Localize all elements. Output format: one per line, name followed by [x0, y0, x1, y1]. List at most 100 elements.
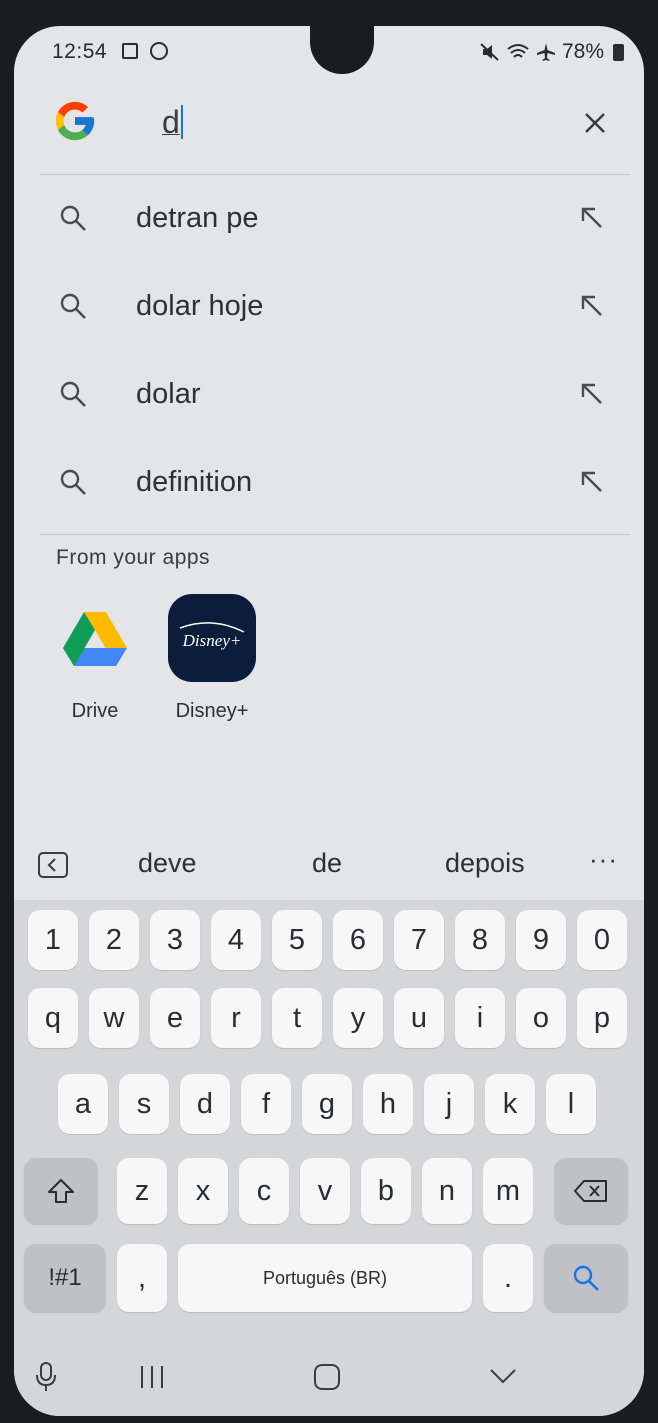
suggestions-divider: [40, 534, 630, 535]
backspace-key[interactable]: [554, 1158, 628, 1224]
battery-percent: 78%: [561, 40, 604, 63]
key-j[interactable]: j: [424, 1074, 474, 1134]
microphone-icon[interactable]: [32, 1360, 60, 1394]
hide-keyboard-chevron-down-icon[interactable]: [488, 1366, 518, 1386]
suggestion-text: definition: [136, 465, 253, 498]
app-disney-plus[interactable]: Disney+ Disney+: [157, 594, 267, 723]
key-b[interactable]: b: [361, 1158, 411, 1224]
key-n[interactable]: n: [422, 1158, 472, 1224]
keyboard: 1 2 3 4 5 6 7 8 9 0 q w e r t y u i o p …: [14, 900, 644, 1416]
checkbox-notification-icon: [122, 43, 138, 59]
key-9[interactable]: 9: [516, 910, 566, 970]
app-label: Disney+: [175, 700, 249, 722]
word-suggestion[interactable]: depois: [445, 848, 525, 879]
backspace-icon: [574, 1180, 607, 1202]
google-logo-icon: [55, 101, 95, 141]
search-icon: [60, 205, 86, 231]
from-apps-heading: From your apps: [56, 546, 211, 569]
fill-query-arrow-icon[interactable]: [578, 204, 606, 232]
suggestion-text: dolar hoje: [136, 289, 264, 322]
key-a[interactable]: a: [58, 1074, 108, 1134]
key-x[interactable]: x: [178, 1158, 228, 1224]
search-icon: [60, 381, 86, 407]
google-drive-icon: [51, 594, 139, 682]
suggestion-item[interactable]: detran pe: [40, 174, 630, 262]
battery-icon: [613, 43, 624, 61]
more-options-icon[interactable]: ···: [589, 844, 618, 875]
key-r[interactable]: r: [211, 988, 261, 1048]
key-3[interactable]: 3: [150, 910, 200, 970]
airplane-mode-icon: [536, 43, 555, 61]
suggestion-item[interactable]: dolar hoje: [40, 262, 630, 350]
status-bar: 12:54 78%: [14, 26, 644, 82]
fill-query-arrow-icon[interactable]: [578, 292, 606, 320]
disney-plus-icon: Disney+: [168, 594, 256, 682]
text-caret: [180, 105, 183, 139]
space-key[interactable]: Português (BR): [178, 1244, 472, 1312]
key-p[interactable]: p: [577, 988, 627, 1048]
key-f[interactable]: f: [241, 1074, 291, 1134]
search-input[interactable]: d: [162, 104, 183, 141]
svg-text:Disney+: Disney+: [182, 631, 242, 650]
key-5[interactable]: 5: [272, 910, 322, 970]
suggestion-item[interactable]: dolar: [40, 350, 630, 438]
app-drive[interactable]: Drive: [40, 594, 150, 723]
fill-query-arrow-icon[interactable]: [578, 468, 606, 496]
key-o[interactable]: o: [516, 988, 566, 1048]
disney-plus-logo: Disney+: [179, 622, 245, 650]
key-e[interactable]: e: [150, 988, 200, 1048]
wifi-icon: [507, 44, 529, 58]
period-key[interactable]: .: [483, 1244, 533, 1312]
key-4[interactable]: 4: [211, 910, 261, 970]
key-8[interactable]: 8: [455, 910, 505, 970]
key-i[interactable]: i: [455, 988, 505, 1048]
word-suggestion[interactable]: deve: [138, 848, 197, 879]
key-k[interactable]: k: [485, 1074, 535, 1134]
home-icon[interactable]: [312, 1362, 342, 1392]
suggestion-list: detran pe dolar hoje dolar definition: [40, 174, 630, 526]
key-l[interactable]: l: [546, 1074, 596, 1134]
search-bar[interactable]: d: [40, 86, 630, 172]
key-g[interactable]: g: [302, 1074, 352, 1134]
symbols-key[interactable]: !#1: [24, 1244, 106, 1312]
key-1[interactable]: 1: [28, 910, 78, 970]
key-c[interactable]: c: [239, 1158, 289, 1224]
key-t[interactable]: t: [272, 988, 322, 1048]
suggestion-text: detran pe: [136, 201, 259, 234]
search-key[interactable]: [544, 1244, 628, 1312]
key-u[interactable]: u: [394, 988, 444, 1048]
search-icon: [573, 1265, 599, 1291]
key-h[interactable]: h: [363, 1074, 413, 1134]
search-query-text: d: [162, 104, 180, 140]
keyboard-suggestion-strip: deve de depois ···: [14, 830, 644, 900]
suggestion-item[interactable]: definition: [40, 438, 630, 526]
status-time: 12:54: [52, 40, 108, 63]
search-icon: [60, 293, 86, 319]
key-s[interactable]: s: [119, 1074, 169, 1134]
app-label: Drive: [71, 700, 119, 722]
key-m[interactable]: m: [483, 1158, 533, 1224]
key-6[interactable]: 6: [333, 910, 383, 970]
key-7[interactable]: 7: [394, 910, 444, 970]
key-0[interactable]: 0: [577, 910, 627, 970]
clear-search-button[interactable]: [580, 108, 610, 138]
fill-query-arrow-icon[interactable]: [578, 380, 606, 408]
key-q[interactable]: q: [28, 988, 78, 1048]
word-suggestion[interactable]: de: [312, 848, 342, 879]
search-icon: [60, 469, 86, 495]
notification-circle-icon: [150, 42, 168, 60]
recent-apps-icon[interactable]: [138, 1364, 166, 1390]
key-v[interactable]: v: [300, 1158, 350, 1224]
navigation-bar: [14, 1342, 644, 1416]
key-2[interactable]: 2: [89, 910, 139, 970]
key-z[interactable]: z: [117, 1158, 167, 1224]
keyboard-toolbar-toggle-icon[interactable]: [38, 852, 68, 878]
comma-key[interactable]: ,: [117, 1244, 167, 1312]
phone-screen: 12:54 78% d detran pe dolar hoje dolar d…: [14, 26, 644, 1416]
key-w[interactable]: w: [89, 988, 139, 1048]
key-y[interactable]: y: [333, 988, 383, 1048]
shift-icon: [48, 1179, 74, 1203]
shift-key[interactable]: [24, 1158, 98, 1224]
key-d[interactable]: d: [180, 1074, 230, 1134]
status-right-group: 78%: [480, 40, 624, 64]
